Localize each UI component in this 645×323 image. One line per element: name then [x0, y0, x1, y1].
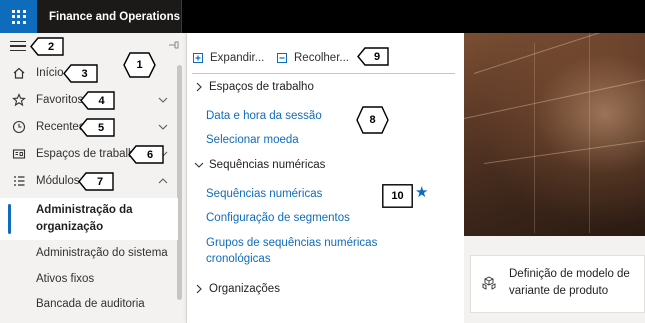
sidebar-item-label: Módulos	[36, 175, 80, 187]
hamburger-menu-icon[interactable]	[10, 41, 26, 53]
app-title[interactable]: Finance and Operations	[37, 0, 182, 33]
sidebar-item-label: Recentes	[36, 121, 85, 133]
module-item-audit-workbench[interactable]: Bancada de auditoria	[0, 294, 178, 316]
module-item-label: Administração do sistema	[36, 247, 168, 259]
callout-6: 6	[128, 145, 164, 164]
chevron-right-icon	[196, 284, 202, 294]
link-segment-configuration[interactable]: Configuração de segmentos	[206, 210, 406, 226]
chevron-down-icon	[158, 122, 168, 132]
top-bar: Finance and Operations	[0, 0, 645, 33]
sidebar-item-label: Favoritos	[36, 94, 84, 106]
chevron-up-icon	[158, 176, 168, 186]
callout-10: 10	[382, 184, 413, 208]
group-header-number-sequences[interactable]: Sequências numéricas	[194, 157, 325, 173]
cubes-icon	[481, 275, 497, 291]
callout-9: 9	[357, 47, 389, 66]
module-flyout-panel: Expandir... Recolher... Espaços de traba…	[187, 33, 464, 323]
home-icon	[11, 66, 26, 81]
expand-all-label: Expandir...	[210, 52, 265, 64]
tile-product-variant-model-definition[interactable]: Definição de modelo de variante de produ…	[470, 255, 645, 313]
module-item-label: Ativos fixos	[36, 273, 95, 285]
link-select-currency[interactable]: Selecionar moeda	[206, 132, 406, 148]
collapse-icon	[277, 53, 287, 63]
module-item-organization-administration[interactable]: Administração da organização	[0, 198, 178, 240]
module-item-fixed-assets[interactable]: Ativos fixos	[0, 269, 178, 291]
group-header-workspaces[interactable]: Espaços de trabalho	[194, 79, 314, 95]
group-header-label: Organizações	[209, 283, 280, 295]
favorite-star-icon[interactable]: ★	[415, 183, 428, 201]
chevron-right-icon	[196, 82, 202, 92]
clock-icon	[11, 120, 26, 135]
modules-list-icon	[11, 174, 26, 189]
pin-icon[interactable]	[168, 40, 180, 50]
expand-all-button[interactable]: Expandir...	[193, 50, 264, 66]
link-chronological-number-sequence-groups[interactable]: Grupos de sequências numéricas cronológi…	[206, 235, 396, 267]
callout-2: 2	[30, 37, 64, 56]
callout-7: 7	[78, 172, 114, 191]
link-number-sequences[interactable]: Sequências numéricas	[206, 186, 406, 202]
sidebar-item-label: Início	[36, 67, 64, 79]
callout-8: 8	[356, 106, 389, 134]
group-header-label: Espaços de trabalho	[209, 81, 314, 93]
callout-5: 5	[79, 118, 115, 137]
selected-indicator	[8, 204, 11, 234]
workspace-icon	[11, 147, 26, 162]
module-item-system-administration[interactable]: Administração do sistema	[0, 243, 178, 265]
waffle-icon	[11, 9, 26, 24]
dashboard-banner-image	[464, 33, 645, 236]
collapse-all-label: Recolher...	[294, 52, 349, 64]
callout-4: 4	[80, 91, 115, 110]
group-header-organizations[interactable]: Organizações	[194, 281, 280, 297]
tile-title: Definição de modelo de variante de produ…	[509, 268, 630, 297]
group-header-label: Sequências numéricas	[209, 159, 326, 171]
collapse-all-button[interactable]: Recolher...	[277, 50, 349, 66]
callout-1: 1	[123, 52, 156, 78]
chevron-down-icon	[194, 162, 204, 168]
chevron-down-icon	[158, 95, 168, 105]
app-launcher-button[interactable]	[0, 0, 37, 33]
module-item-label: Administração da organização	[36, 204, 133, 233]
module-item-label: Bancada de auditoria	[36, 298, 145, 310]
divider	[192, 73, 455, 74]
callout-3: 3	[63, 64, 98, 83]
sidebar-item-label: Espaços de trabalho	[36, 148, 141, 160]
expand-icon	[193, 53, 203, 63]
star-outline-icon	[11, 93, 26, 108]
